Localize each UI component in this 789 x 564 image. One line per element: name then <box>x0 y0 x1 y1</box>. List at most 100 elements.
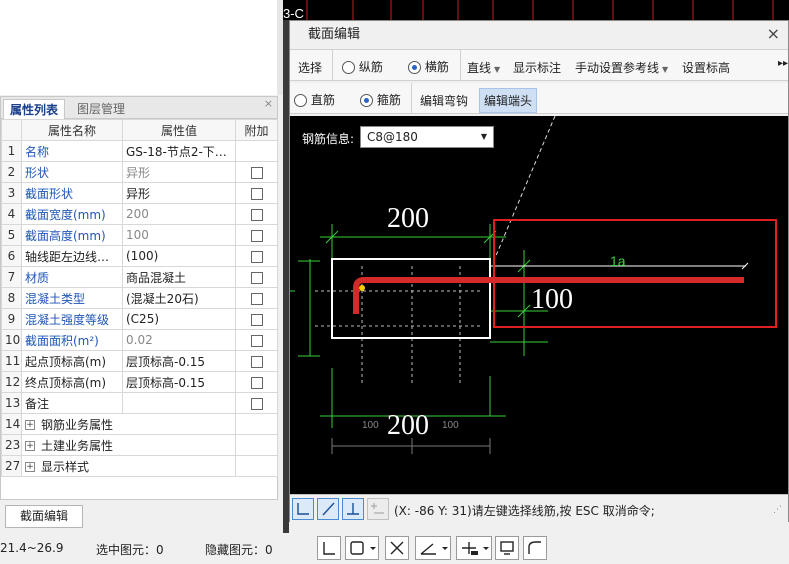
property-value[interactable]: 层顶标高-0.15 <box>122 350 236 372</box>
checkbox[interactable] <box>250 313 263 326</box>
checkbox[interactable] <box>250 166 263 179</box>
property-value[interactable]: 商品混凝土 <box>122 266 236 288</box>
table-row[interactable]: 5 截面高度(mm) 100 <box>1 224 278 246</box>
select-button[interactable]: 选择 <box>298 59 322 76</box>
resize-grip-icon[interactable]: ⋰ <box>773 505 782 515</box>
command-prompt: (X: -86 Y: 31)请左键选择线筋,按 ESC 取消命令; <box>394 504 655 518</box>
add-point-button[interactable] <box>367 498 389 520</box>
table-row[interactable]: 4 截面宽度(mm) 200 <box>1 203 278 225</box>
checkbox[interactable] <box>250 397 263 410</box>
more-icon[interactable]: ▸▸ <box>778 58 788 69</box>
free-line-button[interactable] <box>317 498 339 520</box>
manual-ref-dropdown[interactable]: 手动设置参考线 ▼ <box>575 59 668 76</box>
property-name: 截面面积(m²) <box>21 329 123 351</box>
table-row[interactable]: 3 截面形状 异形 <box>1 182 278 204</box>
radio-icon <box>342 61 355 74</box>
property-name: 材质 <box>21 266 123 288</box>
property-name: 截面形状 <box>21 182 123 204</box>
show-label-button[interactable]: 显示标注 <box>513 59 561 76</box>
property-value[interactable]: 异形 <box>122 182 236 204</box>
property-value[interactable]: (C25) <box>122 308 236 330</box>
table-row[interactable]: 10 截面面积(m²) 0.02 <box>1 329 278 351</box>
cross-button[interactable] <box>385 536 409 560</box>
close-icon[interactable]: × <box>767 24 780 43</box>
checkbox[interactable] <box>250 292 263 305</box>
table-row[interactable]: 7 材质 商品混凝土 <box>1 266 278 288</box>
table-row[interactable]: 11 起点顶标高(m) 层顶标高-0.15 <box>1 350 278 372</box>
property-value[interactable]: 异形 <box>122 161 236 183</box>
table-header-row: 属性名称 属性值 附加 <box>1 119 278 141</box>
table-row[interactable]: 13 备注 <box>1 392 278 414</box>
la-label: 1a <box>610 253 626 269</box>
perpendicular-button[interactable] <box>342 498 364 520</box>
table-row[interactable]: 2 形状 异形 <box>1 161 278 183</box>
property-value[interactable]: 层顶标高-0.15 <box>122 371 236 393</box>
group-row[interactable]: 27 + 显示样式 <box>1 455 278 477</box>
tab-property-list[interactable]: 属性列表 <box>3 99 66 119</box>
drawing-canvas[interactable]: 钢筋信息: C8@180 ▼ 200 100 200 100 100 1a <box>290 116 788 494</box>
set-elevation-button[interactable]: 设置标高 <box>682 59 730 76</box>
checkbox[interactable] <box>250 208 263 221</box>
group-cell[interactable]: + 土建业务属性 <box>21 434 236 456</box>
close-icon[interactable]: × <box>264 97 273 110</box>
radio-selected-icon <box>360 94 373 107</box>
group-cell[interactable]: + 显示样式 <box>21 455 236 477</box>
property-value[interactable]: 100 <box>122 224 236 246</box>
table-row[interactable]: 1 名称 GS-18-节点2-下… <box>1 140 278 162</box>
checkbox[interactable] <box>250 376 263 389</box>
edit-end-button[interactable]: 编辑端头 <box>479 88 538 113</box>
tab-layer-management[interactable]: 图层管理 <box>71 99 131 119</box>
dim-right-text: 100 <box>531 284 573 315</box>
property-value[interactable]: (100) <box>122 245 236 267</box>
edit-hook-button[interactable]: 编辑弯钩 <box>420 92 468 109</box>
curve-button[interactable] <box>523 536 547 560</box>
row-number: 12 <box>1 371 22 393</box>
checkbox[interactable] <box>250 355 263 368</box>
checkbox[interactable] <box>250 229 263 242</box>
straight-label: 直筋 <box>310 93 335 107</box>
table-row[interactable]: 8 混凝土类型 (混凝土20石) <box>1 287 278 309</box>
ortho-button[interactable] <box>317 536 341 560</box>
checkbox[interactable] <box>250 271 263 284</box>
checkbox[interactable] <box>250 250 263 263</box>
group-cell[interactable]: + 钢筋业务属性 <box>21 413 236 435</box>
group-label: 钢筋业务属性 <box>41 417 114 432</box>
rect-snap-icon <box>350 541 376 555</box>
radio-longitudinal[interactable]: 纵筋 <box>342 58 383 75</box>
property-value[interactable]: GS-18-节点2-下… <box>122 140 236 162</box>
section-edit-dialog: 截面编辑 × 选择 纵筋 横筋 直线 ▼ 显示标注 手动设置参考线 ▼ 设置标高 ▸… <box>289 20 789 522</box>
radio-transverse[interactable]: 横筋 <box>408 58 449 75</box>
perpendicular-icon <box>347 503 359 515</box>
property-value[interactable]: 0.02 <box>122 329 236 351</box>
property-value[interactable]: 200 <box>122 203 236 225</box>
edit-section-button[interactable]: 截面编辑 <box>5 505 83 528</box>
status-bar: 21.4~26.9 选中图元：0 隐藏图元：0 <box>0 533 789 564</box>
checkbox[interactable] <box>250 187 263 200</box>
property-tabs: 属性列表 图层管理 × <box>1 97 277 119</box>
ortho-draw-button[interactable] <box>292 498 314 520</box>
radio-stirrup[interactable]: 箍筋 <box>360 91 401 108</box>
dimension-button[interactable] <box>456 536 492 560</box>
table-row[interactable]: 12 终点顶标高(m) 层顶标高-0.15 <box>1 371 278 393</box>
row-number: 6 <box>1 245 22 267</box>
table-row[interactable]: 9 混凝土强度等级 (C25) <box>1 308 278 330</box>
extra-cell <box>235 140 278 162</box>
expand-plus-icon[interactable]: + <box>25 462 35 472</box>
snap-rect-button[interactable] <box>345 536 379 560</box>
extra-cell <box>235 392 278 414</box>
expand-plus-icon[interactable]: + <box>25 441 35 451</box>
group-row[interactable]: 23 + 土建业务属性 <box>1 434 278 456</box>
angle-button[interactable] <box>415 536 451 560</box>
manual-ref-label: 手动设置参考线 <box>575 61 660 75</box>
table-row[interactable]: 6 轴线距左边线… (100) <box>1 245 278 267</box>
property-value[interactable] <box>122 392 236 414</box>
radio-straight[interactable]: 直筋 <box>294 91 335 108</box>
group-row[interactable]: 14 + 钢筋业务属性 <box>1 413 278 435</box>
row-number: 9 <box>1 308 22 330</box>
checkbox[interactable] <box>250 334 263 347</box>
property-value[interactable]: (混凝土20石) <box>122 287 236 309</box>
expand-plus-icon[interactable]: + <box>25 420 35 430</box>
line-dropdown[interactable]: 直线 ▼ <box>467 59 500 76</box>
screen-button[interactable] <box>495 536 519 560</box>
dialog-title: 截面编辑 <box>290 21 788 48</box>
